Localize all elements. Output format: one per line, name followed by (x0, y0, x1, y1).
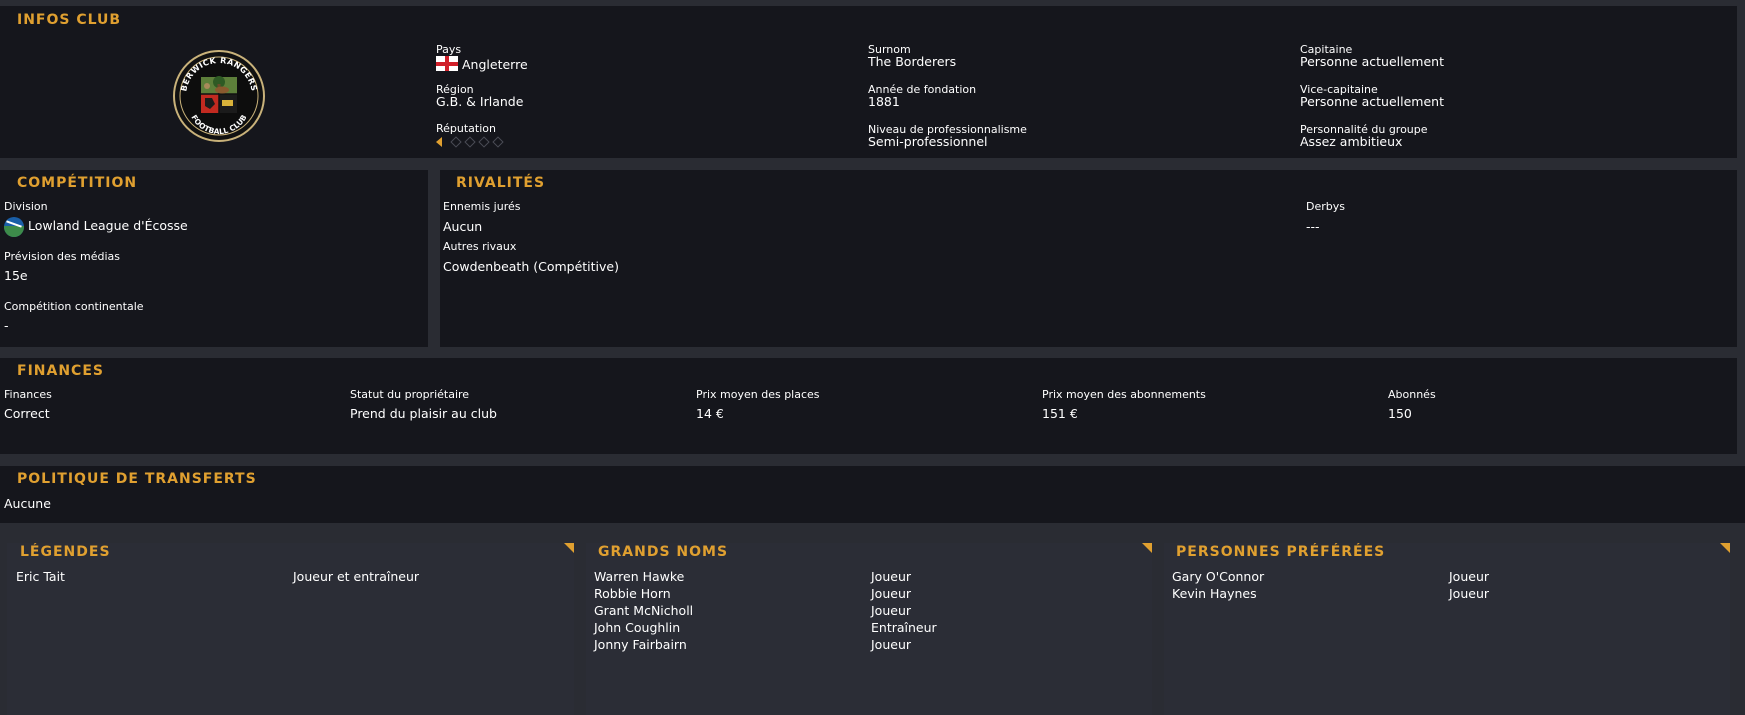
abonnes-label: Abonnés (1388, 388, 1436, 401)
division-value[interactable]: Lowland League d'Écosse (28, 218, 188, 233)
empty-star-icon (450, 136, 462, 148)
prevision-label: Prévision des médias (4, 250, 121, 263)
infos-club-title: INFOS CLUB (17, 12, 122, 28)
statut-proprietaire-value: Prend du plaisir au club (350, 406, 497, 421)
continentale-label: Compétition continentale (4, 300, 144, 313)
abonnes-value: 150 (1388, 406, 1412, 421)
annee-value: 1881 (868, 94, 900, 109)
reputation-stars (436, 136, 506, 148)
list-item-role: Joueur (871, 603, 912, 618)
derbys-value: --- (1306, 219, 1320, 234)
prix-places-value: 14 € (696, 406, 724, 421)
list-item-role: Joueur (871, 586, 912, 601)
personnes-title: PERSONNES PRÉFÉRÉES (1176, 544, 1386, 560)
ennemis-value: Aucun (443, 219, 483, 234)
finances-title: FINANCES (17, 363, 104, 379)
scottish-league-icon (4, 217, 24, 237)
list-item-role: Joueur et entraîneur (293, 569, 420, 584)
personnalite-value: Assez ambitieux (1300, 134, 1403, 149)
list-item-name[interactable]: Jonny Fairbairn (594, 637, 687, 652)
ennemis-label: Ennemis jurés (443, 200, 521, 213)
finances-label: Finances (4, 388, 52, 401)
prix-abonnements-value: 151 € (1042, 406, 1078, 421)
continentale-value: - (4, 318, 9, 333)
region-value: G.B. & Irlande (436, 94, 524, 109)
transferts-panel: POLITIQUE DE TRANSFERTS Aucune (0, 466, 1745, 523)
division-label: Division (4, 200, 48, 213)
legendes-card: LÉGENDES Eric Tait Joueur et entraîneur (7, 543, 574, 715)
grands-noms-card: GRANDS NOMS Warren Hawke Joueur Robbie H… (586, 543, 1152, 715)
half-star-icon (436, 137, 442, 147)
club-crest-logo: BERWICK RANGERS FOOTBALL CLUB (172, 48, 266, 144)
transferts-title: POLITIQUE DE TRANSFERTS (17, 471, 257, 487)
list-item-name[interactable]: Warren Hawke (594, 569, 684, 584)
empty-star-icon (492, 136, 504, 148)
niveau-value: Semi-professionnel (868, 134, 988, 149)
england-flag-icon (436, 56, 458, 71)
vice-capitaine-value[interactable]: Personne actuellement (1300, 95, 1444, 108)
list-item-role: Entraîneur (871, 620, 937, 635)
pays-value: Angleterre (462, 57, 528, 72)
list-item-name[interactable]: Grant McNicholl (594, 603, 693, 618)
list-item-name[interactable]: Kevin Haynes (1172, 586, 1257, 601)
prix-abonnements-label: Prix moyen des abonnements (1042, 388, 1206, 401)
reputation-label: Réputation (436, 122, 496, 135)
list-item-name[interactable]: Eric Tait (16, 569, 65, 584)
personnes-card: PERSONNES PRÉFÉRÉES Gary O'Connor Joueur… (1164, 543, 1730, 715)
autres-rivaux-value[interactable]: Cowdenbeath (Compétitive) (443, 259, 619, 274)
capitaine-value[interactable]: Personne actuellement (1300, 55, 1444, 68)
legendes-title: LÉGENDES (20, 544, 111, 560)
prix-places-label: Prix moyen des places (696, 388, 820, 401)
empty-star-icon (464, 136, 476, 148)
competition-title: COMPÉTITION (17, 175, 138, 191)
list-item-role: Joueur (1449, 569, 1490, 584)
infos-club-panel: INFOS CLUB BERWICK RANGERS FOOTBALL CLUB (0, 6, 1737, 158)
list-item-name[interactable]: Gary O'Connor (1172, 569, 1264, 584)
transferts-value: Aucune (4, 496, 51, 511)
rivalites-panel: RIVALITÉS Ennemis jurés Aucun Autres riv… (440, 170, 1737, 347)
list-item-role: Joueur (1449, 586, 1490, 601)
grands-noms-title: GRANDS NOMS (598, 544, 729, 560)
rivalites-title: RIVALITÉS (456, 175, 546, 191)
empty-star-icon (478, 136, 490, 148)
list-item-name[interactable]: Robbie Horn (594, 586, 671, 601)
derbys-label: Derbys (1306, 200, 1345, 213)
surnom-value: The Borderers (868, 54, 957, 69)
list-item-role: Joueur (871, 637, 912, 652)
finances-value: Correct (4, 406, 50, 421)
list-item-name[interactable]: John Coughlin (594, 620, 680, 635)
statut-proprietaire-label: Statut du propriétaire (350, 388, 470, 401)
pays-label: Pays (436, 43, 462, 56)
list-item-role: Joueur (871, 569, 912, 584)
finances-panel: FINANCES Finances Correct Statut du prop… (0, 358, 1737, 454)
prevision-value: 15e (4, 268, 28, 283)
competition-panel: COMPÉTITION Division Lowland League d'Éc… (0, 170, 428, 347)
autres-rivaux-label: Autres rivaux (443, 240, 517, 253)
